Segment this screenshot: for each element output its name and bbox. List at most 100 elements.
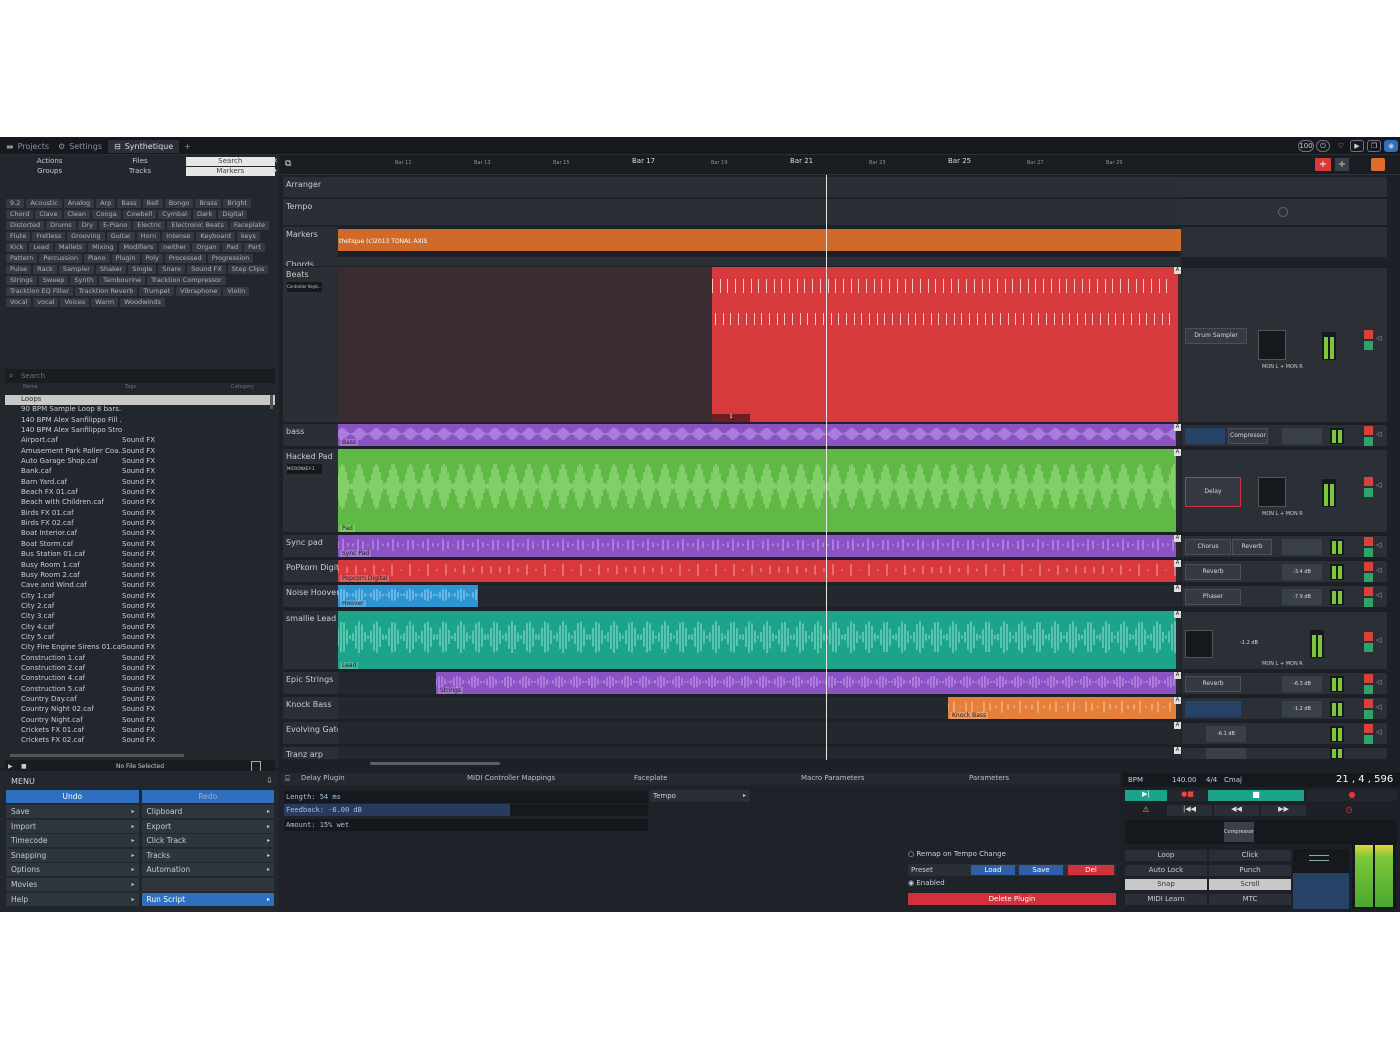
menu-item-save[interactable]: Save ▸ xyxy=(6,805,139,818)
feedback-param-track[interactable]: Feedback: -6.00 dB xyxy=(284,804,648,816)
tag-chip[interactable]: Vibraphone xyxy=(176,287,222,296)
track-lane-chords[interactable] xyxy=(338,257,1181,266)
tag-chip[interactable]: Mallets xyxy=(55,243,87,252)
list-item[interactable]: Birds FX 02.caf Sound FX xyxy=(5,519,275,529)
tag-chip[interactable]: Progression xyxy=(207,254,254,263)
tag-chip[interactable]: Conga xyxy=(91,210,121,219)
tab-synthetique[interactable]: ⊟ Synthetique xyxy=(108,140,180,153)
menu-item-movies[interactable]: Movies ▸ xyxy=(6,878,139,891)
file-list-hscrollbar[interactable] xyxy=(10,754,184,757)
tag-chip[interactable]: Part xyxy=(244,243,265,252)
automation-icon[interactable]: A xyxy=(1174,535,1181,542)
automation-icon[interactable]: A xyxy=(1174,424,1181,431)
tag-chip[interactable]: Keyboard xyxy=(196,232,235,241)
list-item[interactable]: Birds FX 01.caf Sound FX xyxy=(5,509,275,519)
menu-item-automation[interactable]: Automation ▸ xyxy=(141,863,274,877)
reverb-plugin[interactable]: Reverb xyxy=(1185,676,1241,692)
length-param[interactable]: Length: 54 ms xyxy=(284,791,648,803)
volume-fader[interactable] xyxy=(1282,428,1322,444)
tag-chip[interactable]: Clave xyxy=(35,210,62,219)
record-button[interactable]: ● xyxy=(1307,790,1397,801)
settings-panel-icon[interactable]: ◉ xyxy=(1384,140,1398,152)
tag-chip[interactable]: Acoustic xyxy=(26,199,62,208)
automation-icon[interactable]: A xyxy=(1174,722,1181,729)
speaker-icon[interactable]: ◁ xyxy=(1376,430,1381,438)
delete-plugin-button[interactable]: Delete Plugin xyxy=(908,893,1116,905)
tab-actions[interactable]: Actions xyxy=(5,157,94,166)
list-item[interactable]: City 1.caf Sound FX xyxy=(5,592,275,602)
automation-icon[interactable]: A xyxy=(1174,267,1181,274)
mute-button[interactable] xyxy=(1364,632,1373,641)
speaker-icon[interactable]: ◁ xyxy=(1376,541,1381,549)
loop-play-button[interactable]: ▶| xyxy=(1125,790,1167,801)
remap-toggle[interactable]: ○ Remap on Tempo Change xyxy=(908,850,1006,858)
sync-pad-clip[interactable]: Sync Pad xyxy=(338,535,1176,557)
transport-auto-lock-button[interactable]: Auto Lock xyxy=(1125,864,1207,876)
menu-item-options[interactable]: Options ▸ xyxy=(6,863,139,877)
list-item[interactable]: Bank.caf Sound FX xyxy=(5,467,275,477)
track-header-knock-bass[interactable]: Knock Bass xyxy=(283,697,338,719)
speaker-icon[interactable]: ◁ xyxy=(1376,728,1381,736)
tag-chip[interactable]: Piano xyxy=(83,254,110,263)
list-item[interactable]: Barn Yard.caf Sound FX xyxy=(5,478,275,488)
tag-chip[interactable]: Dry xyxy=(77,221,98,230)
tag-chip[interactable]: Plugin xyxy=(111,254,140,263)
tag-chip[interactable]: Pad xyxy=(222,243,243,252)
tab-files[interactable]: Files xyxy=(95,157,184,166)
lead-clip[interactable]: Lead xyxy=(338,611,1176,669)
list-item[interactable]: Amusement Park Roller Coa... Sound FX xyxy=(5,447,275,457)
volume-fader[interactable] xyxy=(1282,539,1322,555)
enabled-toggle[interactable]: ◉ Enabled xyxy=(908,879,945,887)
list-item[interactable]: Bus Station 01.caf Sound FX xyxy=(5,550,275,560)
tag-chip[interactable]: Sound FX xyxy=(187,265,226,274)
volume-fader[interactable]: -7.9 dB xyxy=(1282,589,1322,605)
tab-search[interactable]: Search xyxy=(185,157,275,166)
tag-chip[interactable]: Distorted xyxy=(6,221,45,230)
reverb-plugin[interactable]: Reverb xyxy=(1232,539,1272,555)
redo-button[interactable]: Redo xyxy=(141,790,274,803)
warning-icon[interactable]: ⚠ xyxy=(1125,805,1167,816)
track-header-smallie-lead[interactable]: smallie Lead xyxy=(283,611,338,669)
mute-button[interactable] xyxy=(1364,724,1373,733)
file-list-scrollbar[interactable] xyxy=(270,395,273,409)
track-header-epic-strings[interactable]: Epic Strings xyxy=(283,672,338,694)
tag-chip[interactable]: Bass xyxy=(117,199,141,208)
tag-chip[interactable]: Horn xyxy=(136,232,161,241)
tag-chip[interactable]: Tracktion Reverb xyxy=(74,287,138,296)
transport-click-button[interactable]: Click xyxy=(1209,850,1291,861)
record-arm-button[interactable]: ●■ xyxy=(1167,790,1208,801)
tag-chip[interactable]: Pulse xyxy=(6,265,32,274)
list-item[interactable]: Construction 2.caf Sound FX xyxy=(5,664,275,674)
tag-chip[interactable]: Digital xyxy=(218,210,248,219)
clock-icon[interactable]: ◷ xyxy=(1342,805,1356,816)
solo-button[interactable] xyxy=(1364,573,1373,582)
pad-instrument[interactable]: MICRONKEY-1 xyxy=(287,464,322,474)
tag-chip[interactable]: Lead xyxy=(29,243,54,252)
knock-bass-clip[interactable]: Knock Bass xyxy=(948,697,1176,719)
transport-snap-button[interactable]: Snap xyxy=(1125,879,1207,890)
rewind-start-button[interactable]: |◀◀ xyxy=(1167,805,1212,816)
tag-chip[interactable]: keys xyxy=(236,232,260,241)
tempo-select[interactable]: Tempo ▸ xyxy=(650,790,750,802)
add-button[interactable]: + xyxy=(1335,158,1349,171)
volume-fader[interactable]: -6.3 dB xyxy=(1282,676,1322,692)
list-item[interactable]: City 5.caf Sound FX xyxy=(5,633,275,643)
eq-display[interactable] xyxy=(1185,701,1241,717)
list-item[interactable]: Beach with Children.caf Sound FX xyxy=(5,498,275,508)
volume-fader[interactable] xyxy=(1258,477,1286,507)
tag-chip[interactable]: Poly xyxy=(141,254,163,263)
tab-macro-parameters[interactable]: Macro Parameters xyxy=(801,774,864,782)
tag-chip[interactable]: Tracktion Compressor xyxy=(147,276,226,285)
automation-icon[interactable]: A xyxy=(1174,611,1181,618)
list-item[interactable]: City 2.caf Sound FX xyxy=(5,602,275,612)
list-item[interactable]: Busy Room 2.caf Sound FX xyxy=(5,571,275,581)
reverb-plugin[interactable]: Reverb xyxy=(1185,564,1241,580)
tag-chip[interactable]: Modifiers xyxy=(119,243,158,252)
mute-button[interactable] xyxy=(1364,699,1373,708)
automation-icon[interactable]: A xyxy=(1174,747,1181,754)
compressor-mini[interactable]: Compressor xyxy=(1224,822,1254,842)
tag-chip[interactable]: E-Piano xyxy=(99,221,132,230)
eq-display[interactable] xyxy=(1185,428,1225,444)
volume-fader[interactable]: -6.1 dB xyxy=(1206,726,1246,742)
folder-row[interactable]: Loops xyxy=(5,395,275,406)
